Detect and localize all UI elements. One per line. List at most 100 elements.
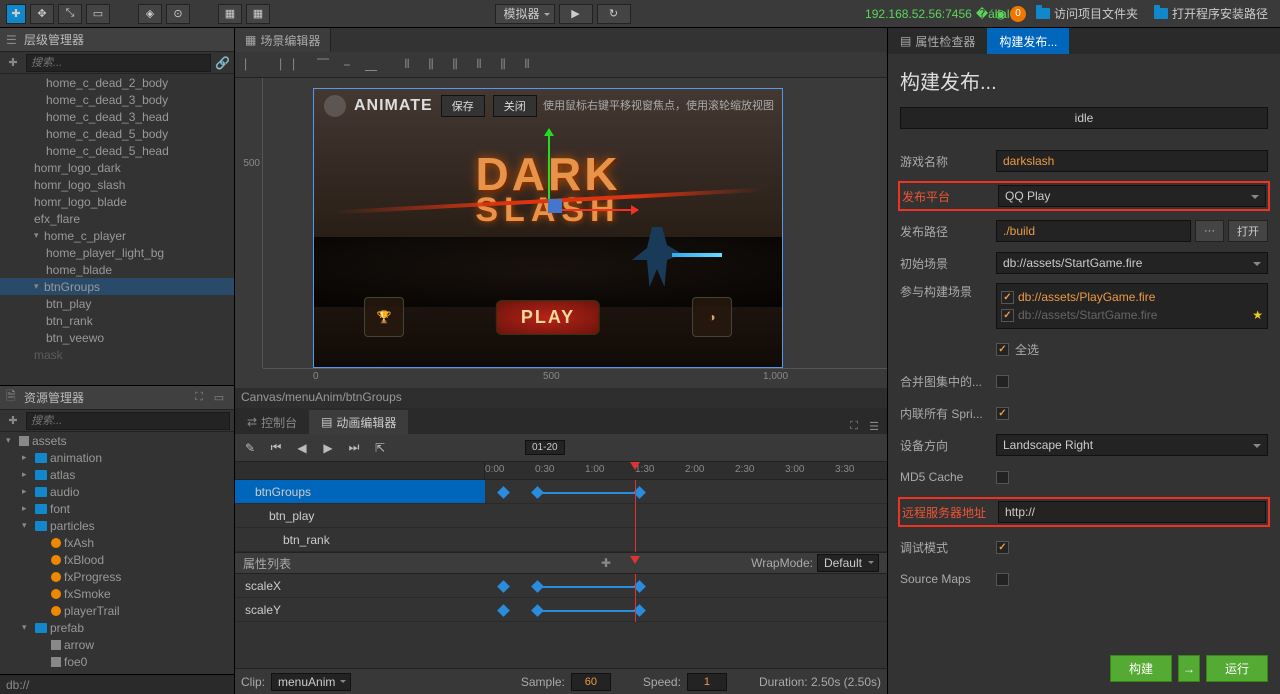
asset-item[interactable]: ▸audio (0, 483, 234, 500)
tree-item[interactable]: home_blade (0, 261, 234, 278)
tool-a-icon[interactable]: ▦ (218, 4, 242, 24)
asset-item[interactable]: playerTrail (0, 602, 234, 619)
notification-badge[interactable]: 0 (1010, 6, 1026, 22)
sourcemap-checkbox[interactable] (996, 573, 1009, 586)
platform-dropdown[interactable]: QQ Play (998, 185, 1266, 207)
scale-tool-icon[interactable]: ⤡ (58, 4, 82, 24)
tree-item[interactable]: ▾home_c_player (0, 227, 234, 244)
merge-checkbox[interactable] (996, 375, 1009, 388)
asset-item[interactable]: ▾particles (0, 517, 234, 534)
list-item[interactable]: db://assets/StartGame.fire★ (1001, 306, 1263, 324)
move-tool-icon[interactable]: ✥ (30, 4, 54, 24)
tree-item[interactable]: mask (0, 346, 234, 363)
dist-icon[interactable]: ⫼ (493, 56, 513, 74)
pivot-tool-icon[interactable]: ⊙ (166, 4, 190, 24)
prev-frame-icon[interactable]: ◀ (293, 439, 311, 457)
asset-item[interactable]: fxBlood (0, 551, 234, 568)
collapse-icon[interactable]: ▭ (210, 390, 228, 406)
asset-item[interactable]: ▾prefab (0, 619, 234, 636)
clip-dropdown[interactable]: menuAnim (271, 673, 351, 691)
tab-inspector[interactable]: ▤属性检查器 (888, 28, 987, 54)
gizmo-center[interactable] (548, 199, 562, 213)
wrapmode-dropdown[interactable]: Default (817, 554, 879, 572)
tab-build[interactable]: 构建发布... (987, 28, 1069, 54)
save-button[interactable]: 保存 (441, 95, 485, 117)
prop-label[interactable]: scaleY (235, 598, 485, 622)
align-right-icon[interactable]: ⎸ (289, 56, 309, 74)
asset-item[interactable]: foe0 (0, 653, 234, 670)
tree-item[interactable]: homr_logo_blade (0, 193, 234, 210)
export-icon[interactable]: ⇱ (371, 439, 389, 457)
game-canvas[interactable]: ANIMATE 保存 关闭 使用鼠标右键平移视窗焦点，使用滚轮缩放视图 DARK… (313, 88, 783, 368)
asset-item[interactable]: fxSmoke (0, 585, 234, 602)
scene-editor-tab[interactable]: ▦ 场景编辑器 (235, 28, 331, 52)
play-button[interactable]: PLAY (496, 300, 600, 335)
dist-h-icon[interactable]: ⫴ (397, 56, 417, 74)
tree-item[interactable]: btn_play (0, 295, 234, 312)
edit-icon[interactable]: ✎ (241, 439, 259, 457)
start-scene-dropdown[interactable]: db://assets/StartGame.fire (996, 252, 1268, 274)
track-label[interactable]: btn_rank (235, 528, 485, 552)
align-left-icon[interactable]: ⎸ (241, 56, 261, 74)
tree-item[interactable]: home_c_dead_2_body (0, 74, 234, 91)
checkbox[interactable] (1001, 291, 1014, 304)
rank-button[interactable]: 🏆 (364, 297, 404, 337)
dist-icon[interactable]: ⫼ (445, 56, 465, 74)
link-icon[interactable]: 🔗 (215, 56, 230, 70)
tab-animation[interactable]: ▤动画编辑器 (309, 410, 408, 434)
expand-icon[interactable]: ⛶ (190, 390, 208, 406)
anchor-tool-icon[interactable]: ◈ (138, 4, 162, 24)
add-asset-icon[interactable]: ✚ (4, 413, 22, 429)
simulator-dropdown[interactable]: 模拟器 (495, 4, 555, 24)
tree-item[interactable]: home_player_light_bg (0, 244, 234, 261)
tree-item[interactable]: home_c_dead_3_head (0, 108, 234, 125)
debug-checkbox[interactable] (996, 541, 1009, 554)
asset-item[interactable]: fxAsh (0, 534, 234, 551)
veewo-button[interactable]: ◑ (692, 297, 732, 337)
asset-item[interactable]: fxProgress (0, 568, 234, 585)
tree-item[interactable]: home_c_dead_5_head (0, 142, 234, 159)
list-item[interactable]: db://assets/PlayGame.fire (1001, 288, 1263, 306)
orient-dropdown[interactable]: Landscape Right (996, 434, 1268, 456)
hierarchy-tree[interactable]: home_c_dead_2_bodyhome_c_dead_3_bodyhome… (0, 74, 234, 385)
scene-viewport[interactable]: 500 0 500 1,000 ANIMATE 保存 关闭 使用鼠标右键平移视窗… (235, 78, 887, 388)
play-anim-icon[interactable]: ▶ (319, 439, 337, 457)
remote-input[interactable] (998, 501, 1266, 523)
dist-v-icon[interactable]: ⫼ (421, 56, 441, 74)
timeline-ruler[interactable]: 0:000:301:001:302:002:303:003:30 (485, 462, 887, 479)
refresh-icon[interactable]: ↻ (597, 4, 631, 24)
checkbox[interactable] (1001, 309, 1014, 322)
asset-item[interactable]: ▾assets (0, 432, 234, 449)
game-name-input[interactable] (996, 150, 1268, 172)
open-project-folder[interactable]: 访问项目文件夹 (1030, 5, 1144, 22)
tool-b-icon[interactable]: ▦ (246, 4, 270, 24)
tab-console[interactable]: ⇄控制台 (235, 410, 309, 434)
tree-item[interactable]: home_c_dead_5_body (0, 125, 234, 142)
rect-tool-icon[interactable]: ▭ (86, 4, 110, 24)
asset-item[interactable]: ▸font (0, 500, 234, 517)
assets-tree[interactable]: ▾assets▸animation▸atlas▸audio▸font▾parti… (0, 432, 234, 674)
tree-item[interactable]: home_c_dead_3_body (0, 91, 234, 108)
track-label[interactable]: btn_play (235, 504, 485, 528)
asset-item[interactable]: ▸animation (0, 449, 234, 466)
play-icon[interactable]: ▶ (559, 4, 593, 24)
md5-checkbox[interactable] (996, 471, 1009, 484)
tree-item[interactable]: btn_rank (0, 312, 234, 329)
tree-item[interactable]: efx_flare (0, 210, 234, 227)
assets-search-input[interactable] (26, 412, 230, 430)
last-frame-icon[interactable]: ⏭ (345, 439, 363, 457)
align-top-icon[interactable]: ⎺ (313, 56, 333, 74)
add-node-icon[interactable]: ✚ (4, 55, 22, 71)
gizmo-y-axis[interactable] (548, 129, 550, 209)
tree-item[interactable]: homr_logo_dark (0, 159, 234, 176)
browse-button[interactable]: ··· (1195, 220, 1224, 242)
align-bottom-icon[interactable]: ⎽ (361, 56, 381, 74)
asset-item[interactable]: arrow (0, 636, 234, 653)
build-button[interactable]: 构建 (1110, 655, 1172, 682)
tree-item[interactable]: homr_logo_slash (0, 176, 234, 193)
add-prop-icon[interactable]: ✚ (601, 556, 611, 570)
close-button[interactable]: 关闭 (493, 95, 537, 117)
menu-icon[interactable]: ☰ (865, 418, 883, 434)
open-install-path[interactable]: 打开程序安装路径 (1148, 5, 1274, 22)
speed-input[interactable] (687, 673, 727, 691)
